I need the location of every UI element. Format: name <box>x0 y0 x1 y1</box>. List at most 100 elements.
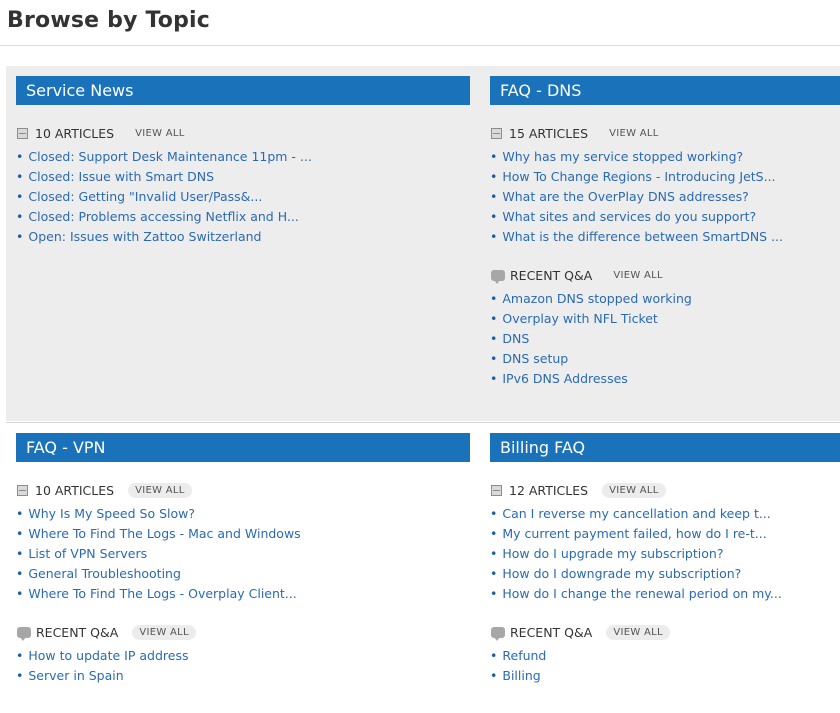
qa-label: RECENT Q&A <box>510 267 593 283</box>
article-link[interactable]: Closed: Getting "Invalid User/Pass&... <box>28 189 262 204</box>
topic-row-1: Service News 10 ARTICLES VIEW ALL Closed… <box>6 66 840 421</box>
article-link[interactable]: Where To Find The Logs - Mac and Windows <box>28 526 300 541</box>
qa-link[interactable]: Server in Spain <box>28 668 123 683</box>
article-link[interactable]: How do I downgrade my subscription? <box>502 566 741 581</box>
title-divider <box>0 45 840 46</box>
articles-header: 10 ARTICLES VIEW ALL <box>17 123 470 143</box>
article-link[interactable]: My current payment failed, how do I re-t… <box>502 526 766 541</box>
articles-count: 15 ARTICLES <box>509 125 589 141</box>
articles-header: 10 ARTICLES VIEW ALL <box>17 480 470 500</box>
topic-card-faq-vpn: FAQ - VPN 10 ARTICLES VIEW ALL Why Is My… <box>16 433 470 686</box>
topic-card-billing-faq: Billing FAQ 12 ARTICLES VIEW ALL Can I r… <box>490 433 840 686</box>
article-list: Why Is My Speed So Slow? Where To Find T… <box>16 504 470 604</box>
article-link[interactable]: Why has my service stopped working? <box>502 149 743 164</box>
list-item: Closed: Problems accessing Netflix and H… <box>16 207 470 227</box>
card-title-service-news[interactable]: Service News <box>16 76 470 105</box>
view-all-button[interactable]: VIEW ALL <box>128 126 192 141</box>
list-item: What sites and services do you support? <box>490 207 840 227</box>
list-item: How to update IP address <box>16 646 470 666</box>
card-title-billing-faq[interactable]: Billing FAQ <box>490 433 840 462</box>
qa-link[interactable]: IPv6 DNS Addresses <box>502 371 627 386</box>
document-icon <box>17 127 28 139</box>
list-item: Where To Find The Logs - Overplay Client… <box>16 584 470 604</box>
articles-count: 10 ARTICLES <box>35 482 115 498</box>
list-item: Closed: Getting "Invalid User/Pass&... <box>16 187 470 207</box>
article-link[interactable]: How To Change Regions - Introducing JetS… <box>502 169 775 184</box>
qa-list: How to update IP address Server in Spain <box>16 646 470 686</box>
qa-link[interactable]: Refund <box>502 648 546 663</box>
article-link[interactable]: General Troubleshooting <box>28 566 181 581</box>
qa-list: Amazon DNS stopped working Overplay with… <box>490 289 840 389</box>
topic-card-faq-dns: FAQ - DNS 15 ARTICLES VIEW ALL Why has m… <box>490 76 840 389</box>
article-link[interactable]: Closed: Problems accessing Netflix and H… <box>28 209 298 224</box>
article-link[interactable]: Where To Find The Logs - Overplay Client… <box>28 586 296 601</box>
list-item: Where To Find The Logs - Mac and Windows <box>16 524 470 544</box>
article-link[interactable]: Closed: Issue with Smart DNS <box>28 169 214 184</box>
topic-card-service-news: Service News 10 ARTICLES VIEW ALL Closed… <box>16 76 470 247</box>
list-item: IPv6 DNS Addresses <box>490 369 840 389</box>
list-item: What are the OverPlay DNS addresses? <box>490 187 840 207</box>
list-item: Overplay with NFL Ticket <box>490 309 840 329</box>
list-item: How do I change the renewal period on my… <box>490 584 840 604</box>
card-title-faq-dns[interactable]: FAQ - DNS <box>490 76 840 105</box>
articles-header: 12 ARTICLES VIEW ALL <box>491 480 840 500</box>
article-link[interactable]: Open: Issues with Zattoo Switzerland <box>28 229 261 244</box>
article-link[interactable]: How do I upgrade my subscription? <box>502 546 723 561</box>
list-item: General Troubleshooting <box>16 564 470 584</box>
topic-row-2: FAQ - VPN 10 ARTICLES VIEW ALL Why Is My… <box>6 422 840 713</box>
list-item: List of VPN Servers <box>16 544 470 564</box>
qa-link[interactable]: How to update IP address <box>28 648 188 663</box>
article-link[interactable]: Closed: Support Desk Maintenance 11pm - … <box>28 149 311 164</box>
qa-link[interactable]: Overplay with NFL Ticket <box>502 311 657 326</box>
list-item: DNS setup <box>490 349 840 369</box>
article-link[interactable]: Can I reverse my cancellation and keep t… <box>502 506 770 521</box>
document-icon <box>491 484 502 496</box>
list-item: Can I reverse my cancellation and keep t… <box>490 504 840 524</box>
article-link[interactable]: What is the difference between SmartDNS … <box>502 229 783 244</box>
qa-header: RECENT Q&A VIEW ALL <box>491 622 840 642</box>
view-all-button[interactable]: VIEW ALL <box>606 268 670 283</box>
list-item: Why has my service stopped working? <box>490 147 840 167</box>
qa-link[interactable]: DNS setup <box>502 351 568 366</box>
speech-bubble-icon <box>491 626 505 641</box>
list-item: Billing <box>490 666 840 686</box>
view-all-button[interactable]: VIEW ALL <box>602 482 666 498</box>
articles-header: 15 ARTICLES VIEW ALL <box>491 123 840 143</box>
article-link[interactable]: How do I change the renewal period on my… <box>502 586 781 601</box>
article-list: Can I reverse my cancellation and keep t… <box>490 504 840 604</box>
qa-link[interactable]: Amazon DNS stopped working <box>502 291 691 306</box>
article-link[interactable]: What sites and services do you support? <box>502 209 756 224</box>
list-item: DNS <box>490 329 840 349</box>
qa-link[interactable]: DNS <box>502 331 529 346</box>
list-item: My current payment failed, how do I re-t… <box>490 524 840 544</box>
articles-count: 10 ARTICLES <box>35 125 115 141</box>
qa-label: RECENT Q&A <box>36 624 119 640</box>
list-item: Closed: Support Desk Maintenance 11pm - … <box>16 147 470 167</box>
document-icon <box>17 484 28 496</box>
speech-bubble-icon <box>17 626 31 641</box>
qa-list: Refund Billing <box>490 646 840 686</box>
view-all-button[interactable]: VIEW ALL <box>132 624 196 640</box>
article-link[interactable]: List of VPN Servers <box>28 546 147 561</box>
article-link[interactable]: What are the OverPlay DNS addresses? <box>502 189 748 204</box>
article-link[interactable]: Why Is My Speed So Slow? <box>28 506 195 521</box>
article-list: Why has my service stopped working? How … <box>490 147 840 247</box>
list-item: Closed: Issue with Smart DNS <box>16 167 470 187</box>
list-item: How do I downgrade my subscription? <box>490 564 840 584</box>
qa-link[interactable]: Billing <box>502 668 540 683</box>
list-item: Why Is My Speed So Slow? <box>16 504 470 524</box>
view-all-button[interactable]: VIEW ALL <box>606 624 670 640</box>
list-item: What is the difference between SmartDNS … <box>490 227 840 247</box>
list-item: Server in Spain <box>16 666 470 686</box>
list-item: How To Change Regions - Introducing JetS… <box>490 167 840 187</box>
view-all-button[interactable]: VIEW ALL <box>602 126 666 141</box>
article-list: Closed: Support Desk Maintenance 11pm - … <box>16 147 470 247</box>
qa-header: RECENT Q&A VIEW ALL <box>17 622 470 642</box>
qa-label: RECENT Q&A <box>510 624 593 640</box>
list-item: Refund <box>490 646 840 666</box>
speech-bubble-icon <box>491 269 505 284</box>
view-all-button[interactable]: VIEW ALL <box>128 482 192 498</box>
card-title-faq-vpn[interactable]: FAQ - VPN <box>16 433 470 462</box>
page-title: Browse by Topic <box>7 8 211 33</box>
list-item: Open: Issues with Zattoo Switzerland <box>16 227 470 247</box>
